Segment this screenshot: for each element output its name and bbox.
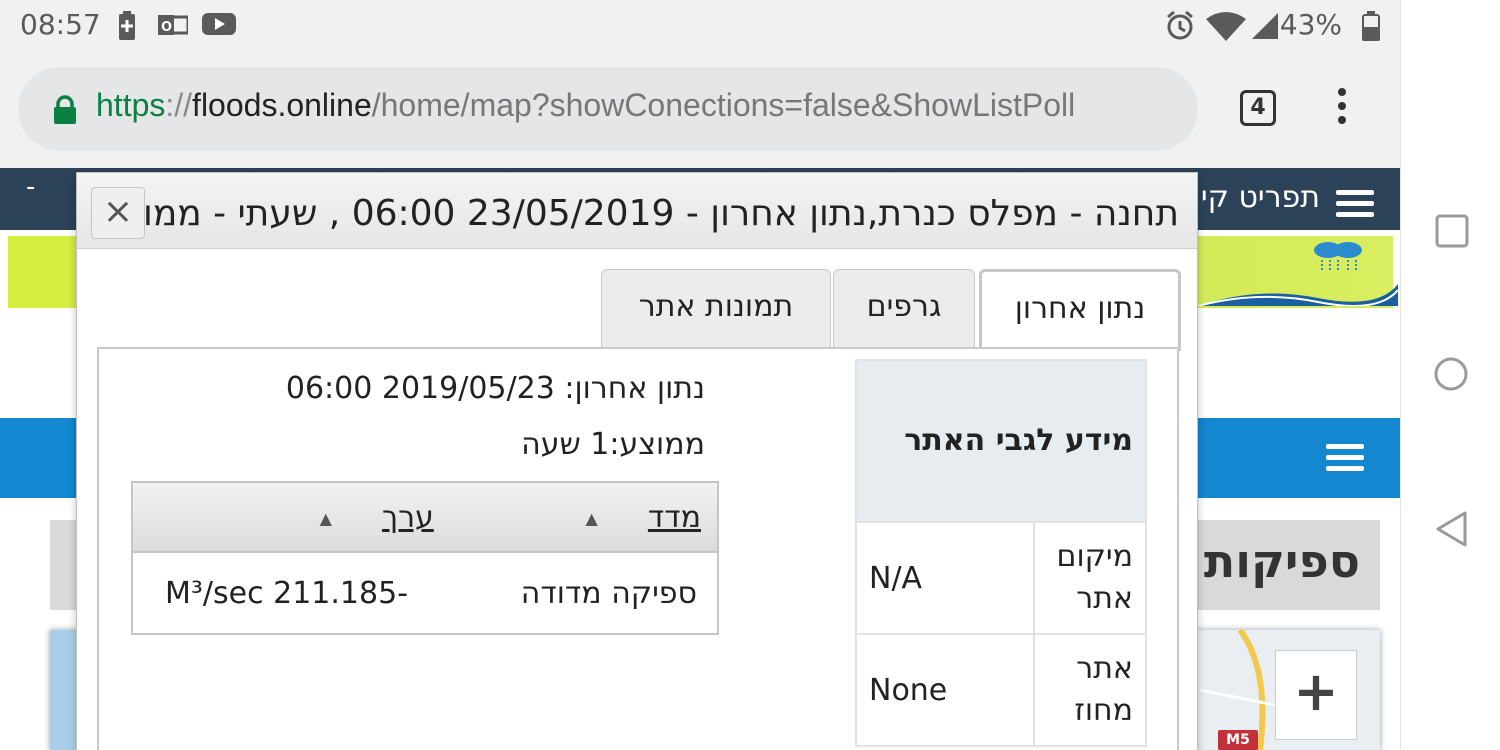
status-time: 08:57	[20, 8, 101, 41]
table-row: ספיקה מדודה M³/sec 211.185-	[132, 552, 718, 634]
tab-site-photos[interactable]: תמונות אתר	[601, 269, 831, 349]
outlook-icon: O	[158, 15, 188, 35]
measure-header-label: מדד	[647, 499, 701, 535]
close-icon: ×	[102, 191, 134, 232]
section-heading: ספיקות	[1203, 534, 1360, 588]
dialog-title: תחנה - מפלס כנרת,נתון אחרון - 23/05/2019…	[143, 193, 1179, 234]
secondary-hamburger-icon[interactable]	[1326, 444, 1364, 477]
close-button[interactable]: ×	[91, 187, 145, 239]
url-text[interactable]: https://floods.online/home/map?showConec…	[96, 87, 1075, 124]
measure-cell: ספיקה מדודה	[520, 575, 697, 611]
map-water	[50, 630, 76, 750]
browser-toolbar: https://floods.online/home/map?showConec…	[0, 52, 1400, 168]
status-bar: 08:57 O 43%	[0, 0, 1400, 52]
column-header-measure[interactable]: מדד ▲	[473, 482, 718, 553]
dialog-tabs: נתון אחרון גרפים תמונות אתר	[601, 269, 1181, 351]
url-separator: ://	[165, 87, 193, 123]
top-bar-dash: -	[26, 172, 36, 202]
lock-icon	[54, 95, 76, 124]
average-interval: ממוצע:1 שעה	[521, 427, 705, 462]
sort-arrow-icon: ▲	[319, 508, 332, 528]
tab-last-data[interactable]: נתון אחרון	[979, 269, 1181, 351]
recents-icon[interactable]	[1435, 214, 1469, 248]
tab-graphs[interactable]: גרפים	[833, 269, 975, 349]
url-bar[interactable]: https://floods.online/home/map?showConec…	[18, 67, 1198, 151]
android-nav-bar	[1400, 0, 1500, 750]
map-road-badge: M5	[1218, 730, 1258, 750]
site-info-table: מידע לגבי האתר מיקום אתר N/A אתר מחוז No…	[855, 359, 1147, 747]
browser-menu-button[interactable]	[1330, 88, 1354, 128]
home-icon[interactable]	[1433, 356, 1469, 392]
battery-saver-icon	[119, 11, 135, 40]
station-dialog: תחנה - מפלס כנרת,נתון אחרון - 23/05/2019…	[76, 172, 1198, 750]
rain-cloud-icon	[1314, 242, 1362, 270]
site-menu-label[interactable]: תפריט קי	[1201, 180, 1320, 215]
map-zoom-in-button[interactable]: +	[1275, 650, 1357, 740]
site-info-header: מידע לגבי האתר	[855, 359, 1147, 523]
site-district-value: None	[855, 633, 1035, 747]
back-icon[interactable]	[1435, 510, 1467, 548]
url-host: floods.online	[192, 87, 372, 123]
alarm-icon	[1167, 11, 1193, 40]
dialog-titlebar[interactable]: תחנה - מפלס כנרת,נתון אחרון - 23/05/2019…	[77, 173, 1197, 249]
tab-switcher-button[interactable]: 4	[1240, 90, 1276, 126]
screen: 08:57 O 43% https://floods.online/home/m…	[0, 0, 1500, 750]
url-scheme: https	[96, 87, 166, 123]
measurements-table: מדד ▲ ערך ▲ ספיקה מדודה M³/sec 211.185-	[131, 481, 719, 635]
url-path: /home/map?showConections=false&ShowListP…	[371, 87, 1076, 123]
youtube-icon	[202, 13, 236, 35]
site-district-label: אתר מחוז	[1033, 633, 1147, 747]
site-location-label: מיקום אתר	[1033, 521, 1147, 635]
last-data-timestamp: נתון אחרון: 2019/05/23 06:00	[285, 371, 705, 406]
sort-arrow-icon: ▲	[585, 508, 598, 528]
site-location-value: N/A	[855, 521, 1035, 635]
battery-percent: 43%	[1279, 8, 1342, 41]
battery-icon	[1362, 11, 1380, 41]
value-header-label: ערך	[381, 499, 434, 535]
signal-icon	[1252, 13, 1278, 39]
hamburger-menu-icon[interactable]	[1336, 190, 1374, 223]
value-cell: M³/sec 211.185-	[165, 575, 409, 611]
svg-text:O: O	[161, 20, 172, 35]
column-header-value[interactable]: ערך ▲	[132, 482, 474, 553]
wifi-icon	[1206, 12, 1246, 41]
river-illustration-icon	[1198, 284, 1398, 306]
